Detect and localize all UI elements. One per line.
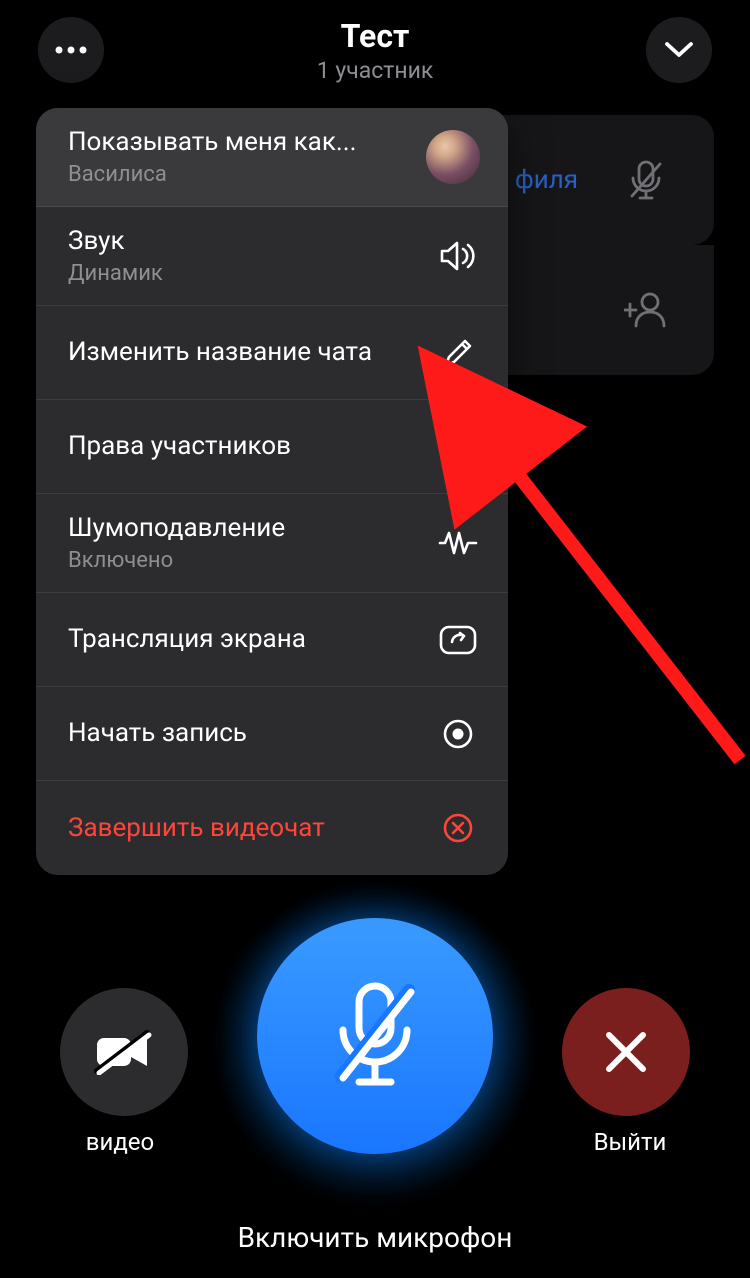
chat-title: Тест — [104, 17, 646, 55]
more-button[interactable] — [38, 17, 104, 83]
bg-unmute-cell[interactable] — [578, 115, 714, 245]
mic-off-icon — [626, 158, 666, 202]
permissions-label: Права участников — [68, 430, 291, 463]
mic-hint: Включить микрофон — [0, 1221, 750, 1254]
bg-partial-link: филя — [498, 115, 578, 245]
sound-sublabel: Динамик — [68, 260, 163, 288]
record-icon — [436, 718, 480, 750]
screencast-label: Трансляция экрана — [68, 623, 306, 656]
leave-button[interactable] — [562, 988, 690, 1116]
leave-label: Выйти — [540, 1128, 720, 1156]
speaker-icon — [436, 240, 480, 272]
menu-item-permissions[interactable]: Права участников — [36, 400, 508, 494]
participants-count: 1 участник — [104, 57, 646, 84]
noise-sublabel: Включено — [68, 547, 285, 575]
mic-muted-icon — [325, 976, 425, 1096]
video-button[interactable] — [60, 988, 188, 1116]
menu-item-display-as[interactable]: Показывать меня как... Василиса — [36, 108, 508, 207]
display-as-sublabel: Василиса — [68, 161, 356, 189]
sound-label: Звук — [68, 225, 163, 258]
avatar — [426, 130, 480, 184]
record-label: Начать запись — [68, 717, 247, 750]
close-icon — [601, 1027, 651, 1077]
share-icon — [436, 624, 480, 656]
menu-item-rename[interactable]: Изменить название чата — [36, 306, 508, 400]
menu-item-end-chat[interactable]: Завершить видеочат — [36, 781, 508, 875]
menu-item-screen-share[interactable]: Трансляция экрана — [36, 593, 508, 687]
mic-toggle-button[interactable] — [257, 918, 493, 1154]
rename-label: Изменить название чата — [68, 336, 372, 369]
more-icon — [54, 46, 88, 54]
options-menu: Показывать меня как... Василиса Звук Дин… — [36, 108, 508, 875]
menu-item-sound[interactable]: Звук Динамик — [36, 207, 508, 306]
noise-label: Шумоподавление — [68, 512, 285, 545]
close-circle-icon — [436, 812, 480, 844]
chevron-down-icon — [665, 42, 693, 58]
collapse-button[interactable] — [646, 17, 712, 83]
display-as-label: Показывать меня как... — [68, 126, 356, 159]
menu-item-noise-suppression[interactable]: Шумоподавление Включено — [36, 494, 508, 593]
video-label: видео — [30, 1128, 210, 1156]
call-header: Тест 1 участник — [0, 0, 750, 100]
call-controls: видео Выйти Включить микрофон — [0, 828, 750, 1278]
title-wrap: Тест 1 участник — [104, 17, 646, 84]
end-label: Завершить видеочат — [68, 812, 325, 845]
camera-off-icon — [93, 1029, 155, 1075]
waveform-icon — [436, 530, 480, 556]
menu-item-record[interactable]: Начать запись — [36, 687, 508, 781]
bg-add-user-cell[interactable] — [578, 245, 714, 375]
add-user-icon — [624, 290, 668, 330]
pencil-icon — [436, 337, 480, 369]
hand-icon — [436, 429, 480, 465]
